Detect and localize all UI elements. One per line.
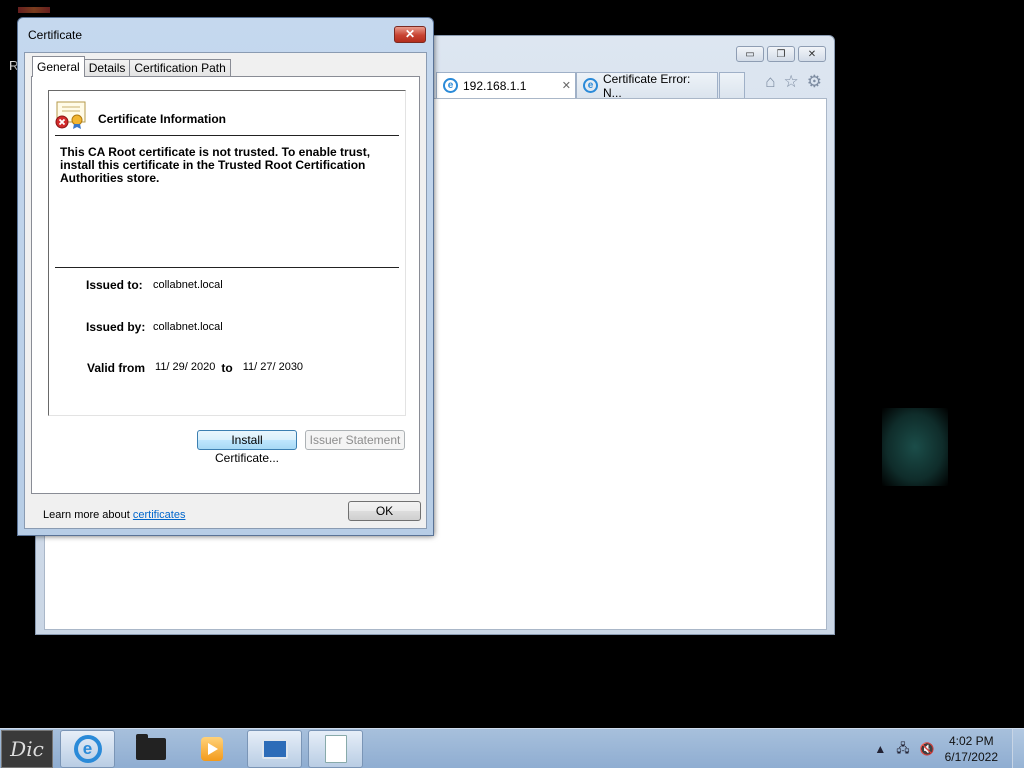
dialog-tabs: General Details Certification Path xyxy=(32,56,231,77)
media-player-icon xyxy=(200,737,223,761)
show-desktop-button[interactable] xyxy=(1012,729,1024,768)
browser-toolbar: ⌂ ☆ ⚙ xyxy=(765,72,822,92)
taskbar-certificate-window[interactable] xyxy=(308,730,363,768)
dialog-title: Certificate xyxy=(28,28,83,42)
volume-muted-icon[interactable]: 🔇 xyxy=(920,742,935,756)
certificate-error-icon xyxy=(55,101,87,129)
clock-time: 4:02 PM xyxy=(948,734,994,748)
tab-label: 192.168.1.1 xyxy=(463,78,527,93)
valid-to-date: 11/ 27/ 2030 xyxy=(242,361,304,373)
start-button[interactable]: Dic xyxy=(1,730,53,768)
taskbar-internet-explorer[interactable]: e xyxy=(60,730,115,768)
valid-from-date: 11/ 29/ 2020 xyxy=(155,361,216,373)
validity-row: Valid from 11/ 29/ 2020 to 11/ 27/ 2030 xyxy=(87,361,303,375)
issued-to-label: Issued to: xyxy=(86,278,143,292)
certificates-link[interactable]: certificates xyxy=(133,509,186,521)
tab-close-button[interactable]: ✕ xyxy=(562,79,571,92)
general-tab-panel: Certificate Information This CA Root cer… xyxy=(31,76,420,521)
minimize-button[interactable]: ▭ xyxy=(736,46,764,62)
learn-more-text: Learn more about certificates xyxy=(43,509,185,521)
ie-icon: e xyxy=(443,78,458,93)
ie-icon: e xyxy=(583,78,598,93)
show-hidden-icons-icon[interactable]: ▲ xyxy=(874,742,886,756)
internet-explorer-icon: e xyxy=(73,735,102,763)
close-button[interactable]: ✕ xyxy=(798,46,826,62)
system-tray: ▲ 🖧 🔇 4:02 PM 6/17/2022 xyxy=(874,729,1024,768)
valid-to-label: to xyxy=(221,361,233,375)
trust-warning-text: This CA Root certificate is not trusted.… xyxy=(60,145,371,185)
issued-by-label: Issued by: xyxy=(86,320,146,334)
desktop-wallpaper-glow xyxy=(882,408,948,486)
taskbar-file-explorer[interactable] xyxy=(123,730,178,768)
certificate-info-heading: Certificate Information xyxy=(98,112,227,126)
taskbar-network-app[interactable] xyxy=(247,730,302,768)
divider xyxy=(55,267,399,268)
certificate-dialog: Certificate ✕ General Details Certificat… xyxy=(17,17,434,536)
dialog-close-button[interactable]: ✕ xyxy=(394,26,426,43)
clock-date: 6/17/2022 xyxy=(944,750,998,764)
tools-gear-icon[interactable]: ⚙ xyxy=(807,72,822,92)
new-tab-button[interactable] xyxy=(719,72,745,98)
tab-label: Certificate Error: N... xyxy=(603,71,691,100)
favorites-star-icon[interactable]: ☆ xyxy=(784,72,799,92)
browser-tab[interactable]: e Certificate Error: N... xyxy=(576,71,718,100)
desktop-artifact xyxy=(18,7,50,13)
install-certificate-button[interactable]: Install Certificate... xyxy=(197,430,297,465)
folder-icon xyxy=(135,734,166,760)
clock[interactable]: 4:02 PM 6/17/2022 xyxy=(945,733,998,765)
issued-to-value: collabnet.local xyxy=(153,279,223,291)
issuer-statement-button: Issuer Statement xyxy=(305,430,405,450)
tab-details[interactable]: Details xyxy=(83,59,131,77)
ok-button[interactable]: OK xyxy=(348,501,421,521)
browser-window-controls: ▭ ❐ ✕ xyxy=(736,46,826,62)
divider xyxy=(55,135,399,136)
taskbar-media-player[interactable] xyxy=(184,730,239,768)
learn-more-prefix: Learn more about xyxy=(43,509,133,521)
dialog-body: General Details Certification Path Certi… xyxy=(24,52,427,529)
valid-from-label: Valid from xyxy=(87,361,146,375)
certificate-info-box: Certificate Information This CA Root cer… xyxy=(48,90,406,416)
restore-button[interactable]: ❐ xyxy=(767,46,795,62)
home-icon[interactable]: ⌂ xyxy=(765,72,775,92)
tab-certification-path[interactable]: Certification Path xyxy=(129,59,231,77)
issued-by-value: collabnet.local xyxy=(153,321,223,333)
browser-tab[interactable]: e 192.168.1.1 ✕ xyxy=(436,72,576,98)
document-icon xyxy=(324,735,347,763)
taskbar: Dic e ▲ 🖧 🔇 4:02 PM 6/17/2022 xyxy=(0,728,1024,768)
monitor-icon xyxy=(261,739,288,759)
tab-general[interactable]: General xyxy=(32,56,85,77)
network-icon[interactable]: 🖧 xyxy=(896,739,909,760)
